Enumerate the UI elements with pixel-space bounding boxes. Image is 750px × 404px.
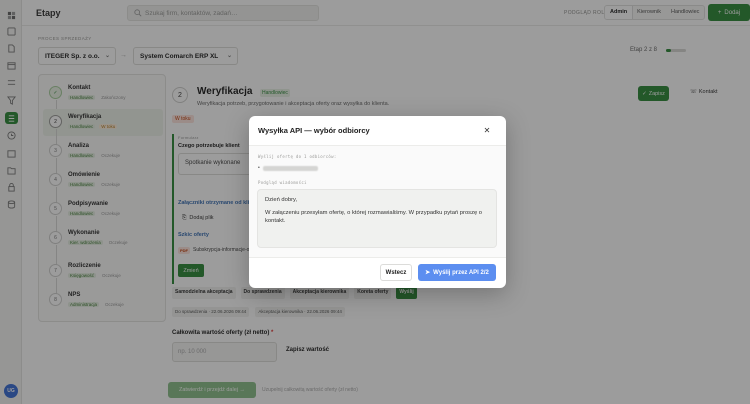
recipients-label: Wyślij ofertę do 1 odbiorców:	[258, 154, 337, 159]
recipient-email-redacted	[262, 165, 318, 171]
message-body: W załączeniu przesyłam ofertę, o której …	[265, 209, 483, 225]
message-preview: Dzień dobry, W załączeniu przesyłam ofer…	[257, 189, 497, 248]
send-icon: ➤	[425, 270, 431, 276]
modal-title: Wysyłka API — wybór odbiorcy	[258, 126, 370, 135]
close-icon[interactable]: ✕	[482, 125, 492, 135]
send-button-label: Wyślij przez API 2/2	[433, 269, 489, 276]
modal-body: Wyślij ofertę do 1 odbiorców: • Podgląd …	[249, 146, 506, 257]
send-api-button[interactable]: ➤ Wyślij przez API 2/2	[418, 264, 496, 281]
back-button[interactable]: Wstecz	[380, 264, 412, 281]
send-api-modal: Wysyłka API — wybór odbiorcy ✕ Wyślij of…	[249, 116, 506, 288]
message-greeting: Dzień dobry,	[265, 197, 298, 203]
recipient-item[interactable]: •	[258, 165, 318, 171]
preview-label: Podgląd wiadomości	[258, 180, 307, 185]
bullet-icon: •	[258, 165, 260, 171]
divider	[249, 257, 506, 258]
